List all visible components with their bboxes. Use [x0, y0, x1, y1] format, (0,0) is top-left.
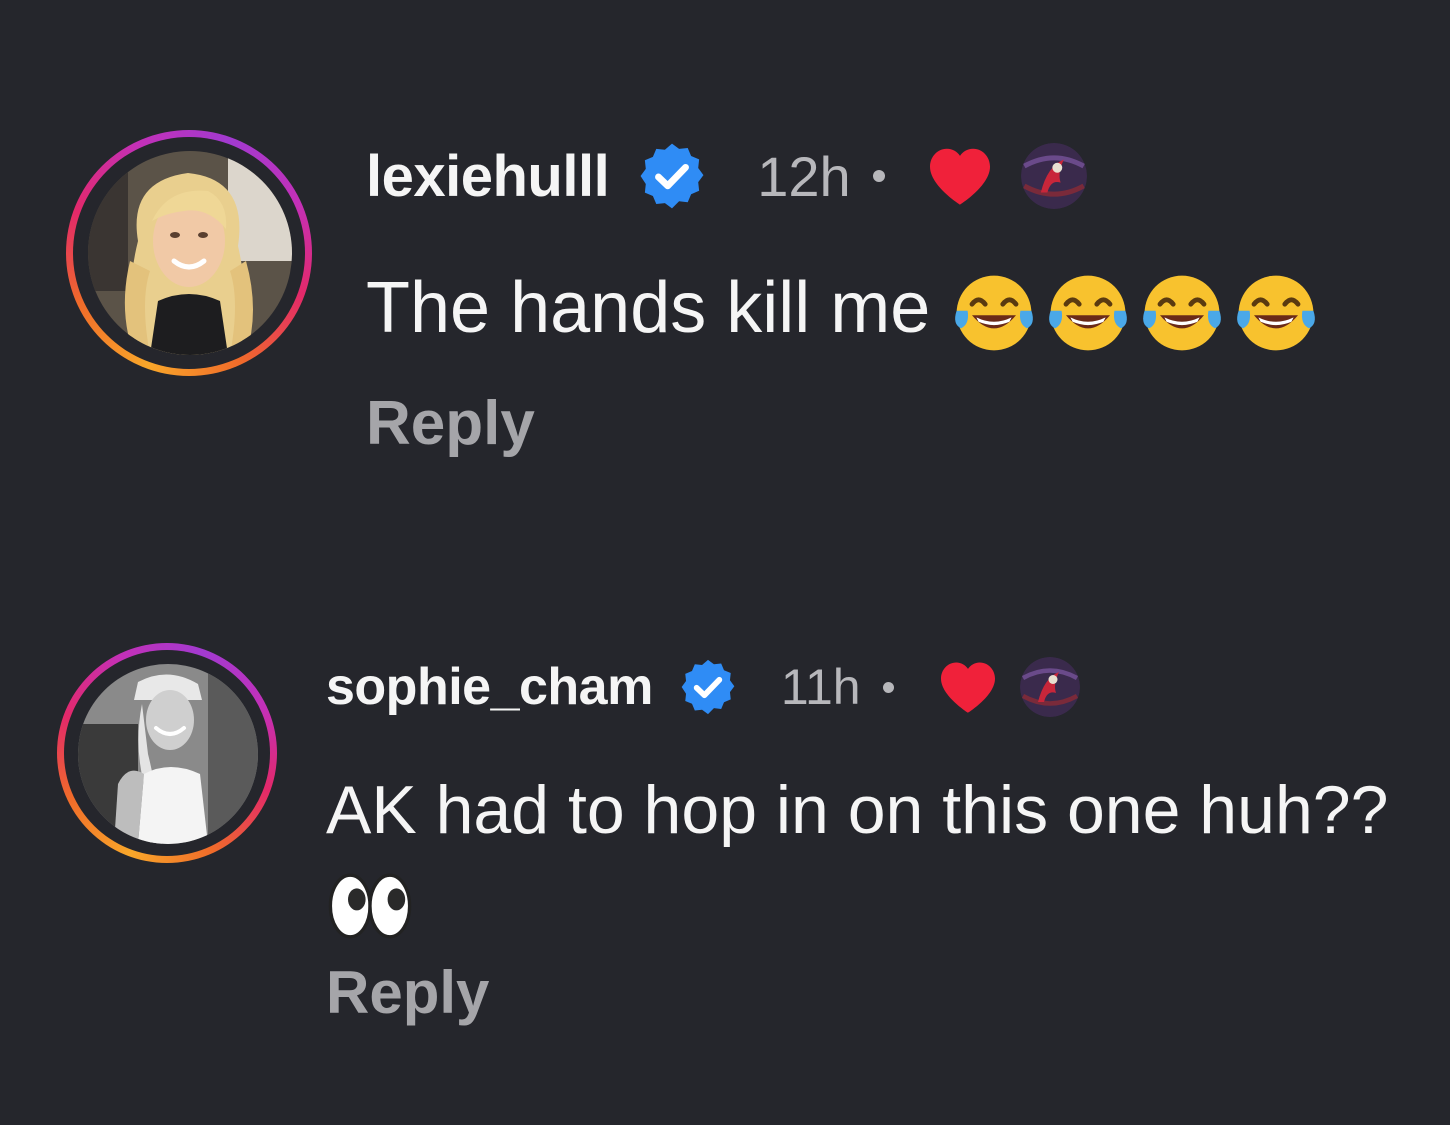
tears-of-joy-emoji-icon — [1138, 269, 1226, 357]
avatar[interactable] — [78, 664, 258, 844]
emoji-group — [326, 862, 420, 950]
comment-header: lexiehulll 12h — [366, 140, 1087, 212]
comment-text: AK had to hop in on this one huh?? — [326, 772, 1389, 848]
verified-badge-icon — [635, 139, 709, 213]
comment-time: 12h — [757, 144, 851, 208]
tears-of-joy-emoji-icon — [1044, 269, 1132, 357]
emoji-group — [950, 269, 1326, 357]
separator-dot — [882, 681, 894, 693]
tears-of-joy-emoji-icon — [950, 269, 1038, 357]
comment-text: The hands kill me — [366, 262, 1326, 357]
comment-header: sophie_cham 11h — [326, 655, 1080, 719]
heart-icon[interactable] — [927, 146, 993, 206]
comment-time: 11h — [780, 659, 861, 715]
reply-button[interactable]: Reply — [326, 958, 489, 1027]
separator-dot — [872, 170, 885, 182]
verified-badge-icon — [677, 656, 739, 718]
reply-button[interactable]: Reply — [366, 388, 535, 459]
comment-item: sophie_cham 11h AK had to hop in on this — [0, 600, 1450, 1100]
eyes-emoji-icon — [326, 862, 414, 950]
avatar[interactable] — [88, 151, 292, 355]
creator-avatar-icon — [1020, 143, 1087, 209]
tears-of-joy-emoji-icon — [1232, 269, 1320, 357]
username[interactable]: lexiehulll — [366, 143, 610, 210]
creator-avatar-icon — [1019, 657, 1080, 717]
username[interactable]: sophie_cham — [326, 657, 653, 717]
comment-item: lexiehulll 12h The hands kill me Reply — [0, 0, 1450, 520]
heart-icon[interactable] — [938, 660, 998, 714]
